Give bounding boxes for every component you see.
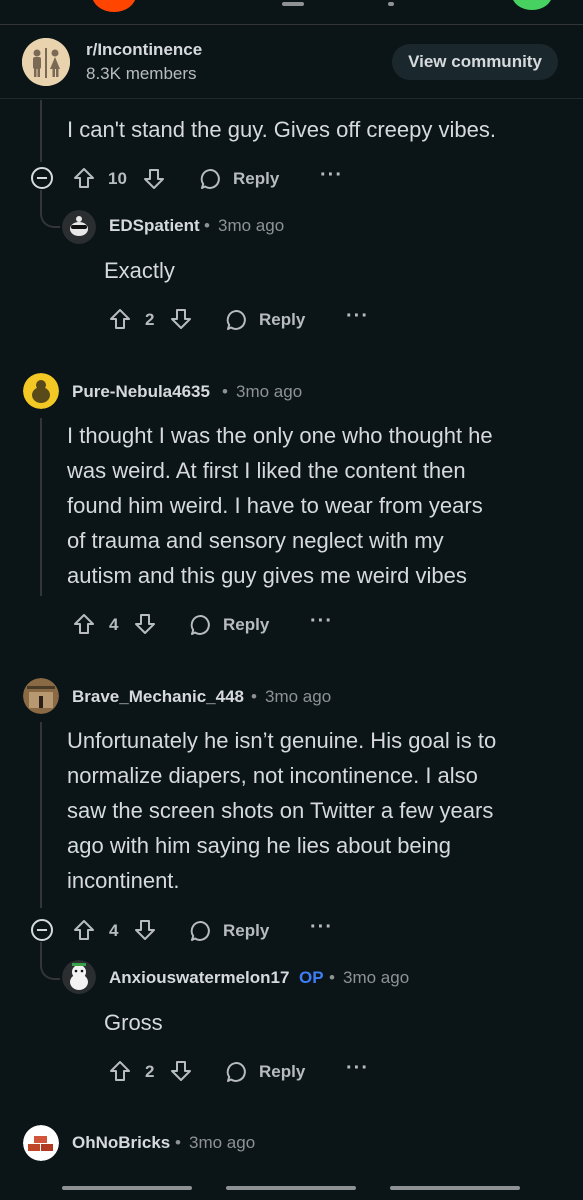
downvote-icon[interactable] [169,307,193,336]
vote-count: 2 [145,1062,155,1081]
community-members: 8.3K members [86,64,197,83]
user-avatar[interactable] [23,1125,59,1161]
comment-text: I thought I was the only one who thought… [67,418,493,593]
reply-bubble-icon[interactable] [225,308,249,337]
thread-connector [40,190,60,228]
downvote-icon[interactable] [169,1059,193,1088]
reply-button[interactable]: Reply [223,615,269,635]
reply-bubble-icon[interactable] [189,613,213,642]
user-avatar[interactable] [23,373,59,409]
more-icon[interactable]: ··· [310,610,333,633]
comment-line: normalize diapers, not incontinence. I a… [67,763,478,788]
vote-count: 4 [109,615,119,634]
comment-line: I thought I was the only one who thought… [67,423,493,448]
community-name[interactable]: r/Incontinence [86,40,202,60]
comment-line: saw the screen shots on Twitter a few ye… [67,798,494,823]
comment-line: autism and this guy gives me weird vibes [67,563,467,588]
comment-time: 3mo ago [265,687,332,706]
reply-bubble-icon[interactable] [189,919,213,948]
vote-count: 2 [145,310,155,329]
comment-line: was weird. At first I liked the content … [67,458,466,483]
comment-line: incontinent. [67,868,180,893]
downvote-icon[interactable] [142,167,166,196]
comment-text: Gross [104,1010,163,1035]
vote-count: 4 [109,921,119,940]
op-badge: OP [299,968,324,987]
more-icon[interactable]: ··· [320,164,343,187]
comment-time: 3mo ago [343,968,410,987]
meta-separator: • [175,1133,181,1152]
reply-button[interactable]: Reply [259,310,305,330]
downvote-icon[interactable] [133,612,157,641]
username[interactable]: EDSpatient [109,216,200,236]
upvote-icon[interactable] [108,307,132,336]
reply-button[interactable]: Reply [259,1062,305,1082]
meta-separator: • [222,382,228,401]
reply-button[interactable]: Reply [223,921,269,941]
comment-line: Unfortunately he isn’t genuine. His goal… [67,728,497,753]
community-icon[interactable] [22,38,70,86]
comment-time: 3mo ago [218,216,285,235]
user-avatar[interactable] [62,210,96,244]
username[interactable]: Pure-Nebula4635 [72,382,210,402]
comment-text: I can't stand the guy. Gives off creepy … [67,117,496,142]
comment-text: Exactly [104,258,175,283]
comment-line: of trauma and sensory neglect with my [67,528,444,553]
upvote-icon[interactable] [72,612,96,641]
more-icon[interactable]: ··· [310,916,333,939]
username[interactable]: Brave_Mechanic_448 [72,687,244,707]
username[interactable]: Anxiouswatermelon17 [109,968,289,988]
upvote-icon[interactable] [108,1059,132,1088]
comment-line: ago with him saying he lies about being [67,833,452,858]
comment-text: Unfortunately he isn’t genuine. His goal… [67,723,496,898]
bottom-nav-fragment [62,1186,192,1190]
more-icon[interactable]: ··· [346,1057,369,1080]
thread-line[interactable] [40,100,42,162]
meta-separator: • [251,687,257,706]
meta-separator: • [329,968,335,987]
comment-time: 3mo ago [189,1133,256,1152]
thread-line[interactable] [40,418,42,596]
comment-time: 3mo ago [236,382,303,401]
nav-icon-fragment [388,2,394,6]
upvote-icon[interactable] [72,918,96,947]
bottom-nav-fragment [226,1186,356,1190]
thread-line[interactable] [40,722,42,908]
username[interactable]: OhNoBricks [72,1133,170,1153]
reply-bubble-icon[interactable] [225,1060,249,1089]
view-community-button[interactable]: View community [392,44,558,80]
downvote-icon[interactable] [133,918,157,947]
upvote-icon[interactable] [72,166,96,195]
section-divider [0,98,583,99]
vote-count: 10 [108,169,127,188]
bottom-nav-fragment [390,1186,520,1190]
user-avatar[interactable] [23,678,59,714]
nav-icon-fragment [282,2,304,6]
thread-connector [40,942,60,980]
comment-line: found him weird. I have to wear from yea… [67,493,483,518]
meta-separator: • [204,216,210,235]
reply-button[interactable]: Reply [233,169,279,189]
reply-bubble-icon[interactable] [199,167,223,196]
more-icon[interactable]: ··· [346,305,369,328]
user-avatar[interactable] [62,960,96,994]
header-divider [0,24,583,25]
